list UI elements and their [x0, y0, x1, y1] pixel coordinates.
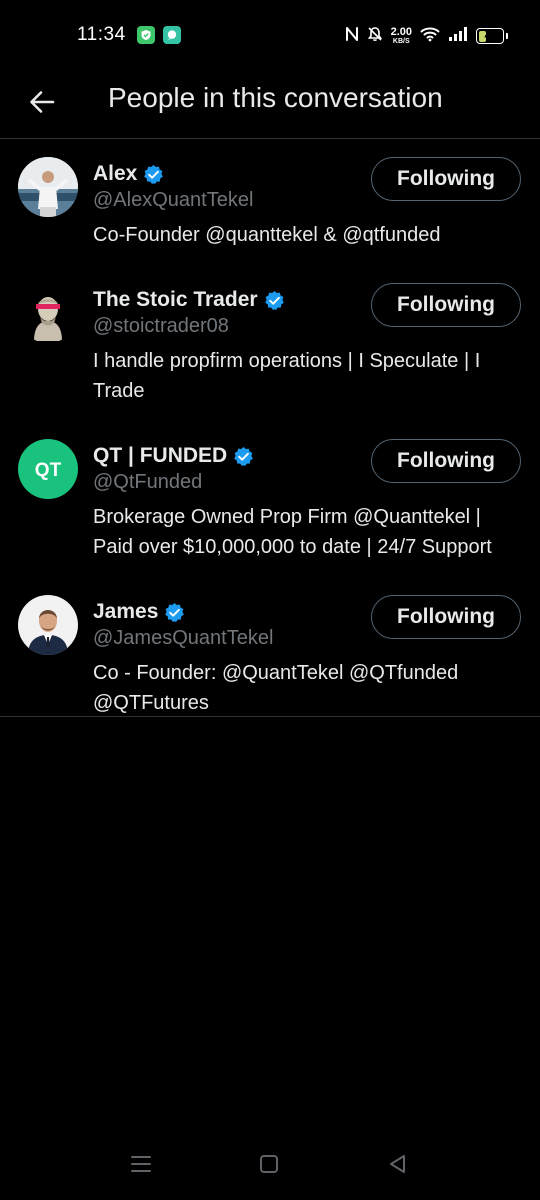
arrow-left-icon [30, 91, 55, 113]
name-row: QT | FUNDED [93, 441, 254, 471]
shield-app-icon [137, 26, 155, 44]
avatar[interactable]: QT [18, 439, 78, 499]
back-triangle-icon [390, 1155, 405, 1173]
network-speed-value: 2.00 [390, 26, 412, 38]
page-title: People in this conversation [108, 82, 443, 113]
mute-bell-icon [367, 26, 383, 47]
status-bar: 11:34 2.00 KB/S 41 [0, 0, 540, 72]
user-bio: Brokerage Owned Prop Firm @Quanttekel | … [93, 506, 492, 558]
person-row-james[interactable]: James @JamesQuantTekel Co - Founder: @Qu… [0, 577, 540, 717]
user-bio: Co-Founder @quanttekel & @qtfunded [93, 224, 441, 246]
avatar[interactable] [18, 157, 78, 217]
home-square-icon [260, 1155, 278, 1173]
following-button[interactable]: Following [371, 595, 521, 639]
avatar-text: QT [35, 460, 62, 481]
user-name[interactable]: QT | FUNDED [93, 444, 227, 468]
wifi-icon [420, 26, 440, 47]
user-name[interactable]: James [93, 600, 158, 624]
signal-icon [448, 26, 468, 47]
name-row: The Stoic Trader [93, 285, 285, 315]
battery-icon: 41 [476, 28, 504, 44]
chat-app-icon [163, 26, 181, 44]
user-handle[interactable]: @AlexQuantTekel [93, 189, 253, 212]
page-header: People in this conversation [0, 72, 540, 139]
home-button[interactable] [247, 1148, 291, 1180]
verified-badge-icon [234, 446, 254, 466]
user-bio: Co - Founder: @QuantTekel @QTfunded @QTF… [93, 662, 459, 714]
person-row-stoic-trader[interactable]: The Stoic Trader @stoictrader08 I handle… [0, 265, 540, 421]
recents-button[interactable] [119, 1148, 163, 1180]
avatar[interactable] [18, 595, 78, 655]
battery-tip [506, 33, 508, 39]
network-speed-unit: KB/S [392, 38, 410, 45]
verified-badge-icon [264, 290, 284, 310]
person-row-qt-funded[interactable]: QT QT | FUNDED @QtFunded Brokerage Owned… [0, 421, 540, 577]
battery-level: 41 [484, 30, 496, 42]
verified-badge-icon [144, 164, 164, 184]
following-button[interactable]: Following [371, 439, 521, 483]
nfc-icon [345, 26, 359, 47]
verified-badge-icon [165, 602, 185, 622]
network-speed: 2.00 KB/S [390, 26, 412, 46]
user-handle[interactable]: @QtFunded [93, 471, 202, 494]
following-button[interactable]: Following [371, 157, 521, 201]
user-name[interactable]: Alex [93, 162, 137, 186]
recents-menu-icon [131, 1156, 151, 1172]
person-row-alex[interactable]: Alex @AlexQuantTekel Co-Founder @quantte… [0, 139, 540, 265]
name-row: James [93, 597, 185, 627]
status-icons: 2.00 KB/S 41 [345, 22, 508, 50]
user-name[interactable]: The Stoic Trader [93, 288, 258, 312]
user-handle[interactable]: @JamesQuantTekel [93, 627, 273, 650]
status-time: 11:34 [77, 24, 126, 45]
system-back-button[interactable] [376, 1148, 420, 1180]
avatar[interactable] [18, 283, 78, 343]
following-button[interactable]: Following [371, 283, 521, 327]
name-row: Alex [93, 159, 164, 189]
people-list: Alex @AlexQuantTekel Co-Founder @quantte… [0, 139, 540, 717]
user-handle[interactable]: @stoictrader08 [93, 315, 229, 338]
back-button[interactable] [18, 78, 66, 126]
system-nav-bar [0, 1130, 540, 1200]
user-bio: I handle propfirm operations | I Specula… [93, 350, 481, 402]
